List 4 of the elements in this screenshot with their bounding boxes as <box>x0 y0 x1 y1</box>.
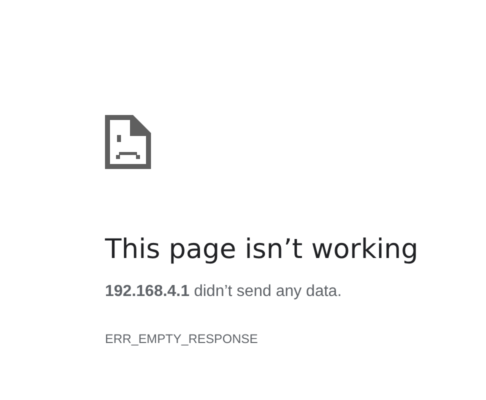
error-heading: This page isn’t working <box>105 233 418 267</box>
sad-document-icon <box>105 115 151 169</box>
error-message: 192.168.4.1 didn’t send any data. <box>105 282 342 302</box>
error-code: ERR_EMPTY_RESPONSE <box>105 331 258 348</box>
